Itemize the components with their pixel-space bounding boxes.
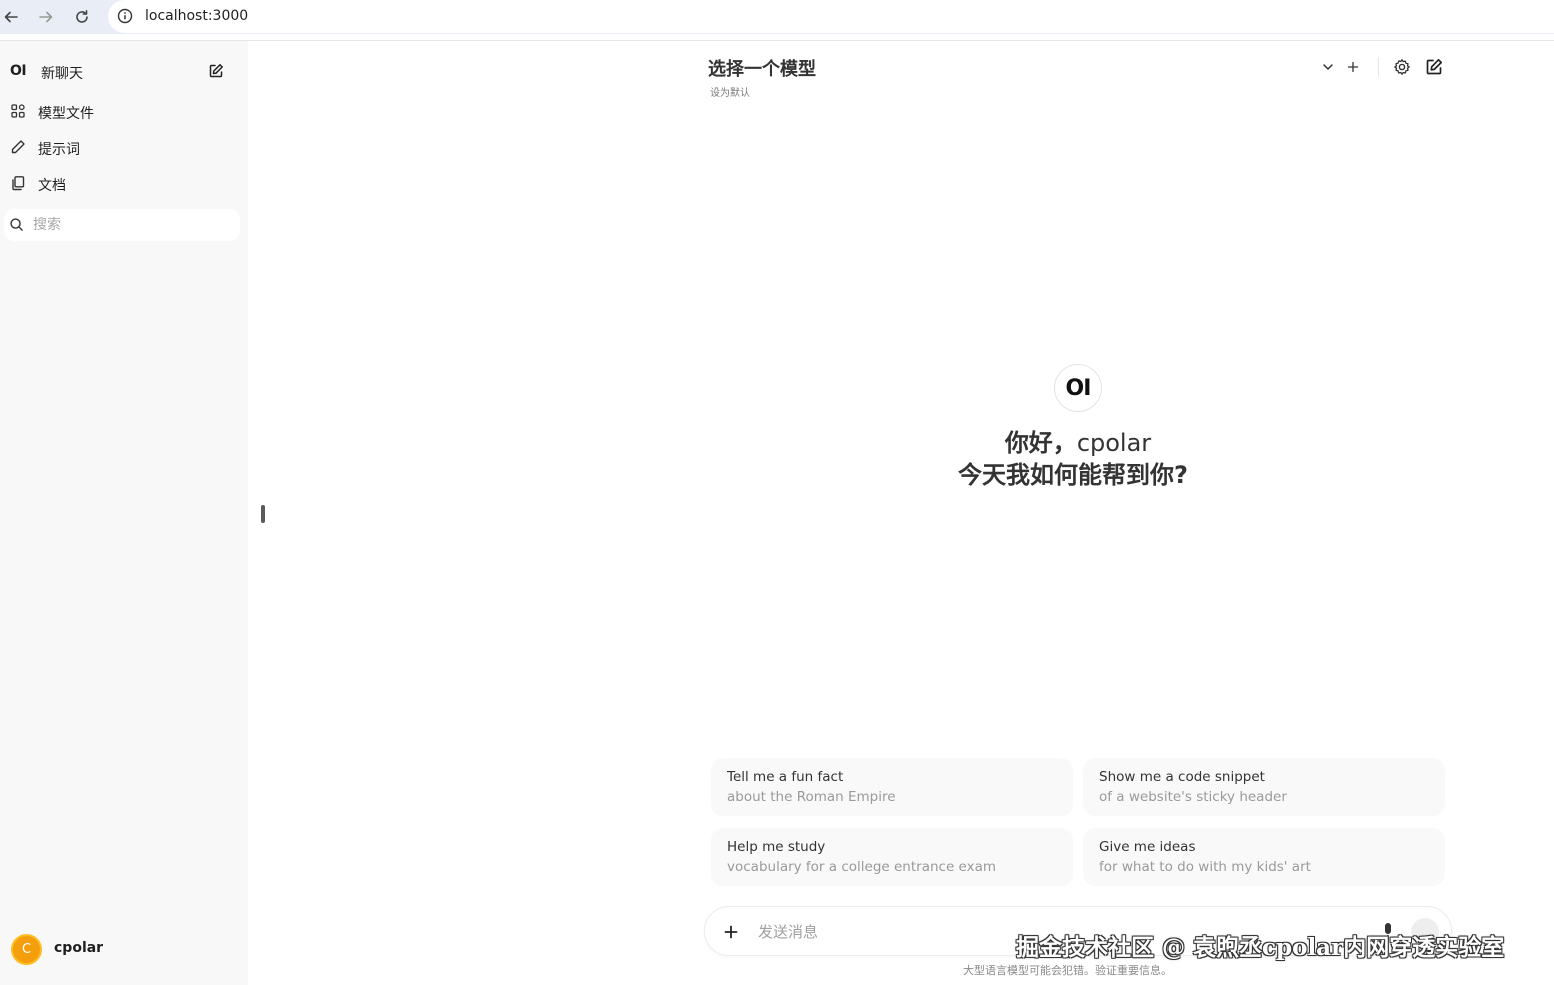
watermark: 掘金技术社区 @ 袁煦丞cpolar内网穿透实验室: [1016, 934, 1505, 961]
greeting-line-1: 你好，cpolar: [900, 423, 1256, 458]
sidebar-item-label: 提示词: [38, 142, 80, 158]
user-menu[interactable]: C cpolar: [0, 931, 240, 967]
new-chat-button[interactable]: OI 新聊天: [0, 55, 240, 87]
sidebar-search: [4, 209, 240, 241]
address-bar[interactable]: localhost:3000: [108, 0, 1554, 33]
disclaimer-text: 大型语言模型可能会犯错。验证重要信息。: [963, 964, 1172, 977]
site-info-icon[interactable]: [117, 8, 133, 24]
chevron-down-icon[interactable]: [1318, 57, 1338, 77]
new-chat-icon[interactable]: [1424, 57, 1444, 77]
avatar: C: [11, 934, 42, 965]
user-name: cpolar: [54, 940, 104, 956]
suggestion-card[interactable]: Give me ideas for what to do with my kid…: [1083, 828, 1445, 886]
suggestion-subtitle: about the Roman Empire: [727, 789, 896, 805]
greeting-line-2: 今天我如何能帮到你?: [958, 461, 1188, 489]
search-input[interactable]: [33, 215, 233, 235]
sidebar-item-modelfiles[interactable]: 模型文件: [0, 96, 240, 126]
new-chat-label: 新聊天: [41, 66, 83, 82]
documents-icon: [10, 175, 26, 191]
sidebar-resize-handle[interactable]: [261, 505, 265, 523]
suggestion-title: Help me study: [727, 839, 826, 855]
greeting-name: cpolar: [1076, 429, 1152, 457]
suggestion-title: Show me a code snippet: [1099, 769, 1265, 785]
forward-icon[interactable]: [36, 7, 56, 27]
suggestion-card[interactable]: Help me study vocabulary for a college e…: [711, 828, 1073, 886]
sidebar-item-documents[interactable]: 文档: [0, 168, 240, 198]
gear-icon[interactable]: [1392, 57, 1412, 77]
suggestion-subtitle: of a website's sticky header: [1099, 789, 1287, 805]
sidebar-item-label: 模型文件: [38, 106, 94, 122]
compose-icon[interactable]: [208, 63, 224, 79]
set-default-link[interactable]: 设为默认: [710, 84, 750, 99]
sidebar: OI 新聊天 模型文件 提示词 文档 C cpolar: [0, 41, 248, 985]
search-icon: [9, 217, 24, 232]
suggestion-title: Tell me a fun fact: [727, 769, 844, 785]
app-logo: OI: [10, 63, 27, 79]
suggestion-subtitle: vocabulary for a college entrance exam: [727, 859, 997, 875]
back-icon[interactable]: [1, 7, 21, 27]
add-model-icon[interactable]: [1343, 57, 1363, 77]
sidebar-item-prompts[interactable]: 提示词: [0, 132, 240, 162]
sidebar-item-label: 文档: [38, 178, 66, 194]
grid-icon: [10, 103, 26, 119]
suggestion-subtitle: for what to do with my kids' art: [1099, 859, 1311, 875]
reload-icon[interactable]: [72, 7, 92, 27]
url-text: localhost:3000: [145, 8, 249, 24]
model-logo: OI: [1054, 364, 1102, 412]
suggestion-card[interactable]: Tell me a fun fact about the Roman Empir…: [711, 758, 1073, 816]
pencil-icon: [10, 139, 26, 155]
plus-icon[interactable]: [721, 922, 741, 942]
browser-toolbar: localhost:3000: [0, 0, 1554, 34]
suggestion-title: Give me ideas: [1099, 839, 1196, 855]
suggestion-card[interactable]: Show me a code snippet of a website's st…: [1083, 758, 1445, 816]
header-divider: [1378, 57, 1379, 77]
greeting-prefix: 你好，: [1004, 429, 1077, 457]
model-selector[interactable]: 选择一个模型: [708, 55, 816, 81]
